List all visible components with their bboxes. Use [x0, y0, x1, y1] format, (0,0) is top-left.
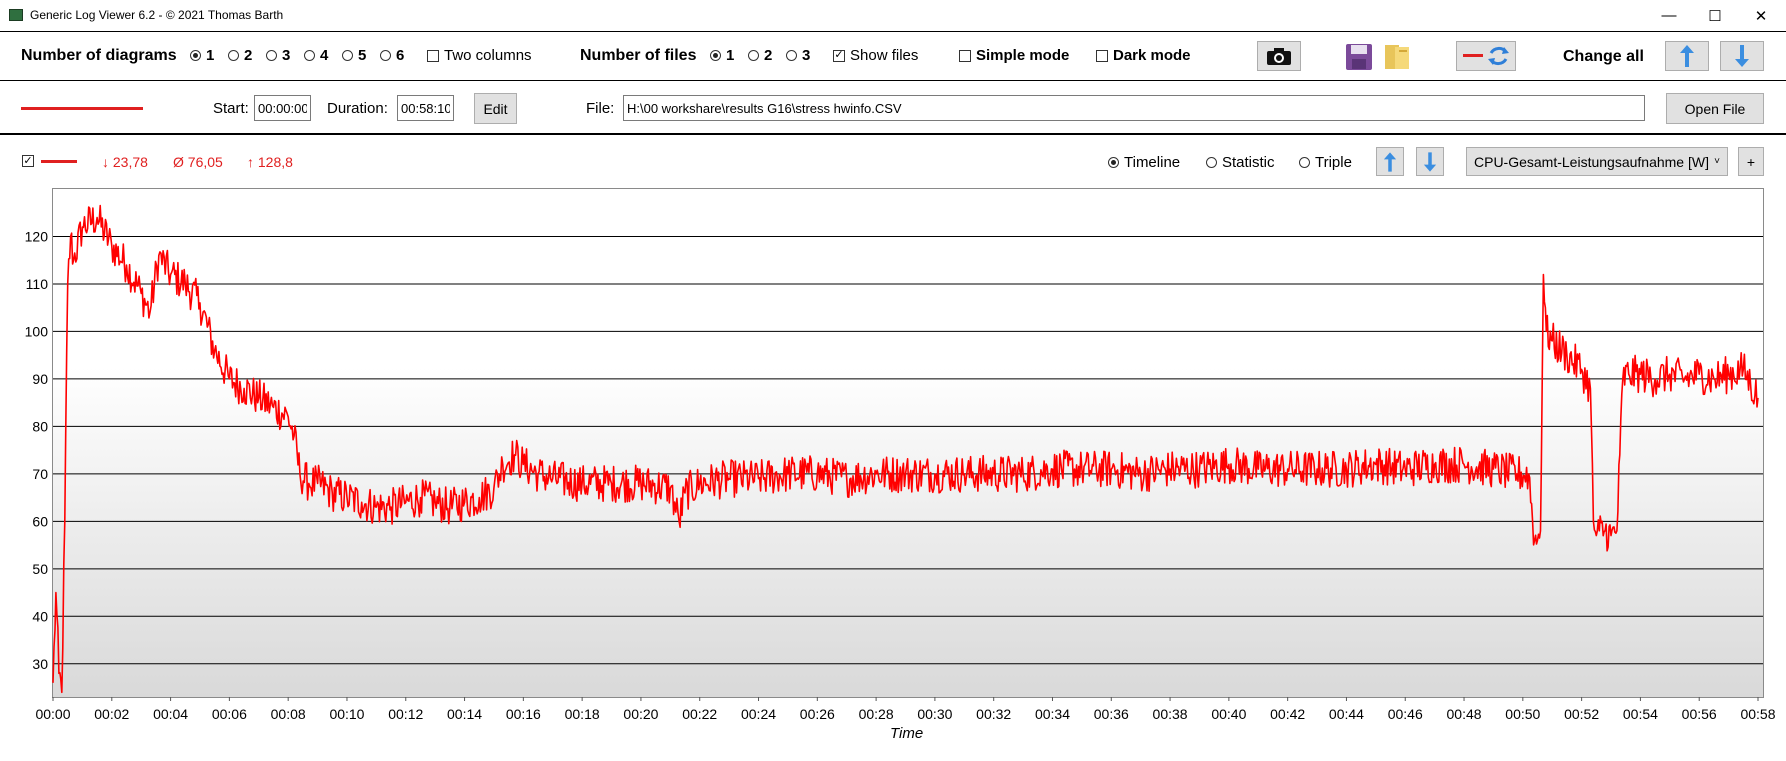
chart: 30 40 50 60 70 80 90 100 110 120 00:00 00:02 00:04 00… [25, 204, 1776, 722]
y-tick-label: 50 [32, 561, 48, 577]
x-tick-label: 00:30 [917, 706, 952, 722]
x-tick-label: 00:48 [1447, 706, 1482, 722]
x-tick-label: 00:02 [94, 706, 129, 722]
x-tick-label: 00:08 [271, 706, 306, 722]
series-line [52, 204, 1759, 694]
y-tick-label: 110 [26, 276, 49, 292]
x-tick-label: 00:50 [1505, 706, 1540, 722]
x-tick-label: 00:00 [35, 706, 70, 722]
x-tick-label: 00:22 [682, 706, 717, 722]
x-tick-label: 00:16 [506, 706, 541, 722]
x-tick-label: 00:36 [1094, 706, 1129, 722]
x-tick-label: 00:38 [1153, 706, 1188, 722]
y-tick-label: 30 [32, 656, 48, 672]
y-tick-label: 120 [25, 228, 49, 244]
x-tick-label: 00:18 [565, 706, 600, 722]
x-tick-label: 00:04 [153, 706, 188, 722]
y-tick-label: 80 [32, 418, 48, 434]
x-tick-label: 00:54 [1623, 706, 1658, 722]
x-tick-label: 00:26 [800, 706, 835, 722]
x-tick-label: 00:14 [447, 706, 482, 722]
x-tick-label: 00:06 [212, 706, 247, 722]
y-tick-label: 70 [32, 466, 48, 482]
x-tick-label: 00:32 [976, 706, 1011, 722]
x-tick-label: 00:10 [329, 706, 364, 722]
y-tick-label: 40 [32, 608, 48, 624]
x-tick-label: 00:20 [623, 706, 658, 722]
x-tick-label: 00:40 [1211, 706, 1246, 722]
x-tick-label: 00:34 [1035, 706, 1070, 722]
x-tick-label: 00:44 [1329, 706, 1364, 722]
x-tick-label: 00:24 [741, 706, 776, 722]
x-tick-label: 00:46 [1388, 706, 1423, 722]
x-tick-label: 00:28 [859, 706, 894, 722]
y-tick-label: 60 [32, 513, 48, 529]
x-tick-label: 00:56 [1682, 706, 1717, 722]
y-tick-label: 100 [25, 323, 49, 339]
x-tick-label: 00:58 [1740, 706, 1775, 722]
x-tick-label: 00:52 [1564, 706, 1599, 722]
x-axis-label: Time [890, 725, 924, 742]
y-tick-label: 90 [32, 371, 48, 387]
x-tick-label: 00:12 [388, 706, 423, 722]
x-tick-label: 00:42 [1270, 706, 1305, 722]
